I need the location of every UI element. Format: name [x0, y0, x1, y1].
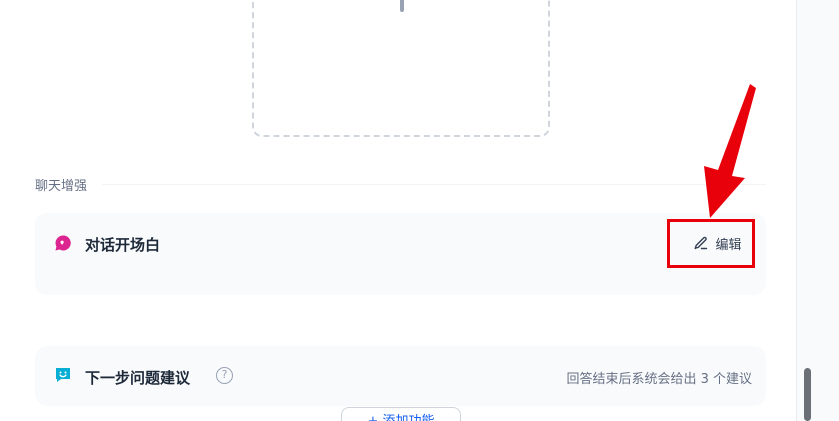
annotation-highlight-box — [667, 219, 755, 268]
chat-bubble-icon — [55, 235, 71, 251]
opener-title: 对话开场白 — [85, 236, 161, 254]
add-feature-button[interactable]: + 添加功能 — [341, 407, 461, 421]
help-icon[interactable]: ? — [216, 367, 233, 384]
config-panel: 聊天增强 对话开场白 编辑 下一步问题建议 ? 回答结束后系统会给出 3 个建议… — [0, 0, 797, 421]
suggestion-description: 回答结束后系统会给出 3 个建议 — [566, 372, 752, 387]
suggestion-title: 下一步问题建议 — [85, 369, 191, 387]
next-question-suggestion-card: 下一步问题建议 ? 回答结束后系统会给出 3 个建议 — [35, 346, 766, 406]
section-divider — [102, 184, 766, 185]
scrollbar-thumb[interactable] — [804, 368, 811, 421]
upload-dropzone[interactable] — [252, 0, 550, 137]
dropzone-handle — [400, 0, 404, 12]
conversation-opener-card: 对话开场白 编辑 — [35, 213, 766, 295]
section-label-chat-enhance: 聊天增强 — [35, 179, 88, 194]
annotation-arrow-icon — [704, 84, 756, 218]
smiley-chat-icon — [56, 368, 70, 382]
